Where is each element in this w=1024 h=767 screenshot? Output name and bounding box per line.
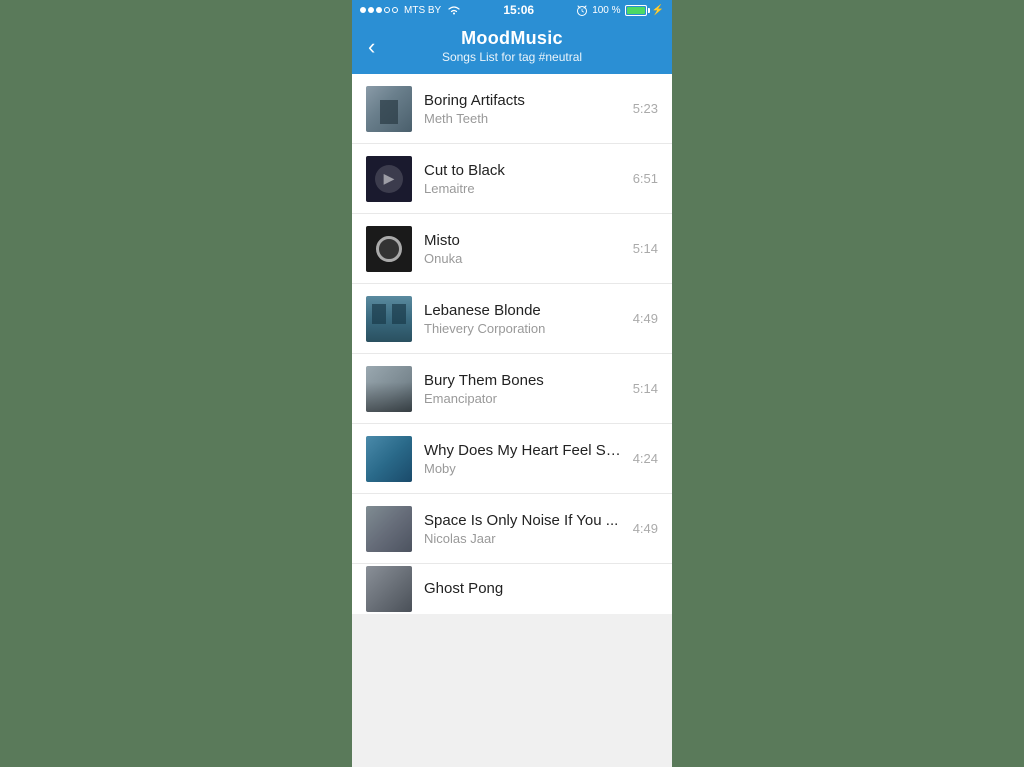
song-artwork xyxy=(366,156,412,202)
song-duration: 6:51 xyxy=(633,171,658,186)
song-duration: 5:14 xyxy=(633,241,658,256)
list-item[interactable]: Ghost Pong xyxy=(352,564,672,614)
song-duration: 5:23 xyxy=(633,101,658,116)
header: ‹ MoodMusic Songs List for tag #neutral xyxy=(352,20,672,74)
song-artwork xyxy=(366,226,412,272)
signal-dot-3 xyxy=(376,7,382,13)
app-title: MoodMusic xyxy=(392,28,632,49)
song-artwork xyxy=(366,436,412,482)
song-artist: Emancipator xyxy=(424,391,625,406)
song-artwork xyxy=(366,366,412,412)
song-artwork xyxy=(366,296,412,342)
song-artist: Nicolas Jaar xyxy=(424,531,625,546)
song-info: Misto Onuka xyxy=(424,232,625,266)
list-item[interactable]: Cut to Black Lemaitre 6:51 xyxy=(352,144,672,214)
song-artist: Onuka xyxy=(424,251,625,266)
list-item[interactable]: Bury Them Bones Emancipator 5:14 xyxy=(352,354,672,424)
song-info: Cut to Black Lemaitre xyxy=(424,162,625,196)
list-item[interactable]: Boring Artifacts Meth Teeth 5:23 xyxy=(352,74,672,144)
song-title: Lebanese Blonde xyxy=(424,302,625,319)
song-info: Space Is Only Noise If You ... Nicolas J… xyxy=(424,512,625,546)
signal-dots xyxy=(360,7,398,13)
song-artist: Thievery Corporation xyxy=(424,321,625,336)
song-artwork xyxy=(366,86,412,132)
song-info: Bury Them Bones Emancipator xyxy=(424,372,625,406)
phone-container: MTS BY 15:06 100 % ⚡ xyxy=(352,0,672,767)
song-info: Lebanese Blonde Thievery Corporation xyxy=(424,302,625,336)
song-artist: Meth Teeth xyxy=(424,111,625,126)
battery-percentage: 100 % xyxy=(592,5,620,16)
song-info: Why Does My Heart Feel So ... Moby xyxy=(424,442,625,476)
song-artist: Moby xyxy=(424,461,625,476)
song-title: Misto xyxy=(424,232,625,249)
signal-dot-5 xyxy=(392,7,398,13)
status-time: 15:06 xyxy=(503,3,534,17)
song-list: Boring Artifacts Meth Teeth 5:23 Cut to … xyxy=(352,74,672,614)
song-title: Bury Them Bones xyxy=(424,372,625,389)
alarm-icon xyxy=(576,4,588,16)
status-left: MTS BY xyxy=(360,5,461,16)
list-item[interactable]: Lebanese Blonde Thievery Corporation 4:4… xyxy=(352,284,672,354)
song-artwork xyxy=(366,506,412,552)
signal-dot-2 xyxy=(368,7,374,13)
song-title: Space Is Only Noise If You ... xyxy=(424,512,625,529)
back-button[interactable]: ‹ xyxy=(364,30,379,64)
song-duration: 4:49 xyxy=(633,521,658,536)
song-title: Why Does My Heart Feel So ... xyxy=(424,442,625,459)
status-right: 100 % ⚡ xyxy=(576,4,664,16)
song-artist: Lemaitre xyxy=(424,181,625,196)
song-info: Boring Artifacts Meth Teeth xyxy=(424,92,625,126)
song-title: Ghost Pong xyxy=(424,580,650,597)
list-item[interactable]: Misto Onuka 5:14 xyxy=(352,214,672,284)
page-subtitle: Songs List for tag #neutral xyxy=(392,50,632,64)
status-bar: MTS BY 15:06 100 % ⚡ xyxy=(352,0,672,20)
song-title: Boring Artifacts xyxy=(424,92,625,109)
song-duration: 5:14 xyxy=(633,381,658,396)
song-info: Ghost Pong xyxy=(424,580,650,599)
signal-dot-1 xyxy=(360,7,366,13)
list-item[interactable]: Space Is Only Noise If You ... Nicolas J… xyxy=(352,494,672,564)
carrier-label: MTS BY xyxy=(404,5,441,16)
signal-dot-4 xyxy=(384,7,390,13)
song-title: Cut to Black xyxy=(424,162,625,179)
list-item[interactable]: Why Does My Heart Feel So ... Moby 4:24 xyxy=(352,424,672,494)
song-artwork xyxy=(366,566,412,612)
battery-icon: ⚡ xyxy=(625,5,664,16)
wifi-icon xyxy=(447,5,461,15)
song-duration: 4:49 xyxy=(633,311,658,326)
song-duration: 4:24 xyxy=(633,451,658,466)
